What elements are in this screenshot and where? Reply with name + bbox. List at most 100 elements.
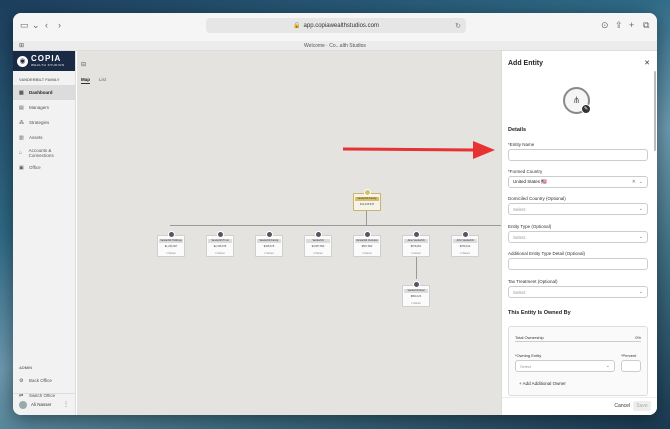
domiciled-country-select[interactable]: Select ⌄: [508, 203, 648, 215]
forward-icon[interactable]: ›: [58, 21, 61, 30]
new-tab-icon[interactable]: +: [629, 21, 634, 30]
sidebar-item-label: Assets: [29, 135, 43, 140]
node-owners: 1 Owner: [264, 252, 274, 255]
cancel-button[interactable]: Cancel: [614, 403, 630, 409]
sidebar-item-label: Back Office: [29, 378, 52, 383]
more-icon[interactable]: ⋮: [63, 401, 69, 408]
tab-title[interactable]: Welcome · Co...alth Studios: [13, 43, 657, 49]
entity-node[interactable]: Vanderbilt Holdings LLC $1,234,567 1 Own…: [157, 231, 185, 257]
reload-icon[interactable]: ↻: [455, 22, 461, 30]
entity-node[interactable]: Vanderbilt Trust $2,345,678 1 Owner: [206, 231, 234, 257]
root-entity-node[interactable]: Vanderbilt Family $12,345,678: [353, 189, 381, 211]
entity-name-label: *Entity Name: [508, 142, 535, 147]
formed-country-select[interactable]: United States 🇺🇸 ✕ ⌄: [508, 176, 648, 188]
connector: [416, 257, 417, 279]
total-ownership-label: Total Ownership: [515, 335, 544, 340]
close-icon[interactable]: ✕: [644, 59, 650, 67]
brand-logo[interactable]: ◉ COPIA WEALTH STUDIOS: [13, 51, 75, 71]
node-owners: 1 Owner: [460, 252, 470, 255]
node-name: Vanderbilt Family Office: [257, 239, 281, 243]
owning-entity-label: *Owning Entity: [515, 353, 542, 358]
percent-label: *Percent: [621, 353, 637, 358]
sidebar-item-assets[interactable]: ▥ Assets: [13, 130, 75, 145]
entity-map-canvas[interactable]: ⊟ Map List Vanderbilt Family $12,345,678…: [77, 51, 501, 415]
entity-avatar: [412, 281, 420, 288]
entity-name-input[interactable]: [508, 149, 648, 161]
sidebar-item-back-office[interactable]: ⚙ Back Office: [13, 373, 75, 388]
sidebar-item-dashboard[interactable]: ▦ Dashboard: [13, 85, 75, 100]
panel-title: Add Entity: [508, 60, 543, 67]
node-value: $890,123: [410, 295, 422, 298]
entity-avatar: [167, 231, 175, 238]
tab-overview-icon[interactable]: ⧉: [643, 21, 649, 30]
user-menu[interactable]: Ali Nasser ⋮: [13, 393, 75, 415]
collapse-sidebar-icon[interactable]: ⊟: [81, 61, 86, 68]
entity-avatar: [216, 231, 224, 238]
connector: [366, 211, 367, 225]
clear-icon[interactable]: ✕: [632, 179, 636, 185]
back-icon[interactable]: ‹: [45, 21, 48, 30]
entity-type-detail-label: Additional Entity Type Detail (Optional): [508, 251, 585, 256]
tax-treatment-select[interactable]: Select ⌄: [508, 286, 648, 298]
sidebar-item-office[interactable]: ▣ Office: [13, 160, 75, 175]
add-owner-button[interactable]: + Add Additional Owner: [519, 381, 566, 386]
gear-icon: ⚙: [19, 377, 24, 384]
chevron-down-icon[interactable]: ⌄: [606, 363, 610, 369]
entity-node[interactable]: Vanderbilt Ventures LP $567,890 1 Owner: [353, 231, 381, 257]
sidebar-item-managers[interactable]: ▤ Managers: [13, 100, 75, 115]
node-value: $4,567,890: [311, 245, 325, 248]
entity-structure-icon: ⋔: [572, 95, 581, 105]
select-placeholder: Select: [513, 206, 526, 212]
entity-type-select[interactable]: Select ⌄: [508, 231, 648, 243]
entity-node[interactable]: John Vanderbilt $789,012 1 Owner: [451, 231, 479, 257]
chevron-down-icon[interactable]: ⌄: [639, 234, 643, 240]
sidebar-toggle-icon[interactable]: ▭: [20, 21, 29, 30]
browser-window: ▭ ⌄ ‹ › 🔒 app.copiawealthstudios.com ↻ ⊙…: [13, 13, 657, 415]
user-name: Ali Nasser: [31, 402, 52, 407]
avatar: [19, 400, 27, 409]
download-icon[interactable]: ⊙: [601, 21, 609, 30]
chevron-down-icon[interactable]: ⌄: [639, 289, 643, 295]
brand-name: COPIA: [31, 54, 62, 63]
panel-scrollbar[interactable]: [654, 71, 656, 151]
entity-avatar: [314, 231, 322, 238]
share-icon[interactable]: ⇪: [615, 21, 623, 30]
owning-entity-select[interactable]: Select ⌄: [515, 360, 615, 372]
entity-image-upload[interactable]: ⋔ ✎: [563, 87, 591, 114]
address-bar[interactable]: 🔒 app.copiawealthstudios.com ↻: [206, 18, 466, 33]
select-placeholder: Select: [520, 363, 532, 369]
ownership-box: Total Ownership 0% *Owning Entity *Perce…: [508, 326, 648, 396]
entity-node[interactable]: Vanderbilt Family Office $345,678 1 Owne…: [255, 231, 283, 257]
chevron-down-icon[interactable]: ⌄: [639, 206, 643, 212]
arrow-shaft: [343, 147, 476, 152]
node-value: $678,901: [410, 245, 422, 248]
save-button[interactable]: Save: [633, 401, 651, 411]
node-owners: 1 Owner: [411, 302, 421, 305]
entity-node[interactable]: Jane Vanderbilt $678,901 1 Owner: [402, 231, 430, 257]
tab-map[interactable]: Map: [81, 77, 90, 84]
node-value: $345,678: [263, 245, 275, 248]
network-icon: ⁂: [19, 119, 24, 126]
lock-icon: 🔒: [293, 23, 301, 29]
admin-section-label: ADMIN: [19, 365, 33, 370]
node-name: Vanderbilt Foundation: [306, 239, 330, 243]
owned-by-heading: This Entity Is Owned By: [508, 310, 571, 316]
chevron-down-icon[interactable]: ⌄: [32, 21, 40, 30]
entity-node[interactable]: Vanderbilt Foundation $4,567,890 1 Owner: [304, 231, 332, 257]
node-value: $12,345,678: [360, 203, 374, 206]
entity-avatar: [461, 231, 469, 238]
add-owner-label: Add Additional Owner: [522, 381, 566, 386]
sidebar-item-label: Managers: [29, 105, 50, 110]
sidebar-item-accounts[interactable]: ⌂ Accounts & Connections: [13, 145, 75, 160]
sidebar-item-strategies[interactable]: ⁂ Strategies: [13, 115, 75, 130]
chevron-down-icon[interactable]: ⌄: [639, 179, 643, 185]
logo-mark-icon: ◉: [17, 55, 28, 67]
node-name: John Vanderbilt: [453, 239, 477, 243]
percent-input[interactable]: [621, 360, 641, 372]
entity-type-detail-input[interactable]: [508, 258, 648, 270]
entity-node[interactable]: Vanderbilt Real Estate $890,123 1 Owner: [402, 281, 430, 307]
plus-icon: +: [519, 381, 522, 386]
family-section-label: VANDERBILT FAMILY: [19, 77, 60, 82]
tab-list[interactable]: List: [99, 77, 106, 84]
edit-icon[interactable]: ✎: [581, 104, 591, 114]
